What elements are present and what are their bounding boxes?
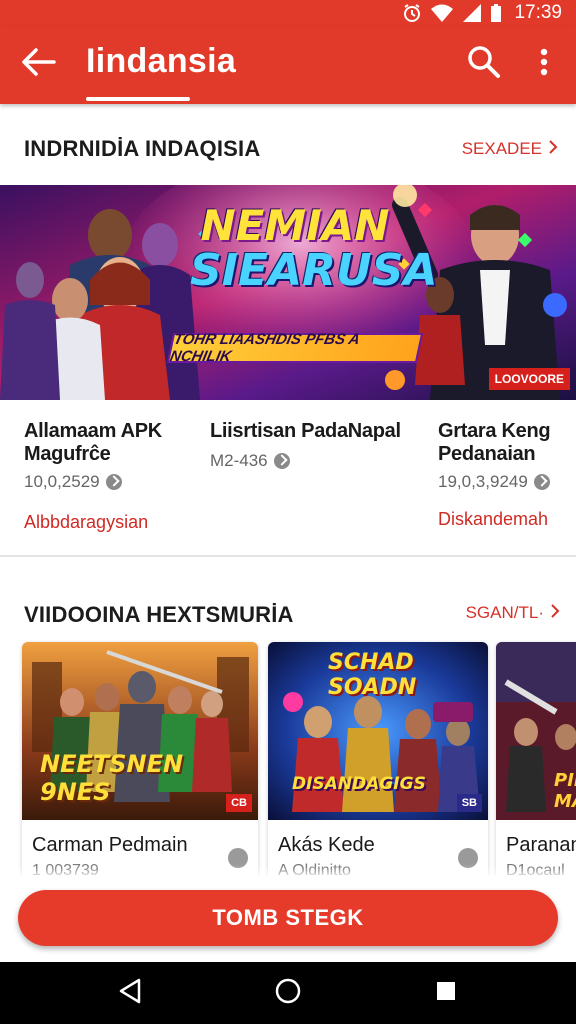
nav-home-button[interactable] <box>268 976 308 1010</box>
see-all-label: SGAN/TL· <box>465 603 544 622</box>
app-title: Iindansia <box>86 42 237 80</box>
search-button[interactable] <box>462 42 506 86</box>
videos-section-title: VIIDOOINA HEXTSMURİA <box>24 602 294 627</box>
download-icon[interactable] <box>228 848 248 868</box>
see-all-label: SEXADEE <box>461 139 542 158</box>
video-card[interactable]: PIL MAUS Paranan D1ocaul <box>496 642 576 882</box>
video-card[interactable]: NEETSNEN 9NES CB Carman Pedmain 1 003739 <box>22 642 258 882</box>
search-icon <box>467 45 501 84</box>
download-icon <box>273 453 290 469</box>
featured-see-all-link[interactable]: SEXADEE <box>462 139 558 159</box>
featured-section-title: INDRNIDİA INDAQISIA <box>24 136 261 161</box>
thumbnail-title: PIL MAUS <box>554 770 576 812</box>
app-1-meta-value: 10,0,2529 <box>24 472 100 491</box>
more-options-button[interactable] <box>526 42 562 86</box>
app-2-meta: M2-436 <box>210 451 410 471</box>
video-thumbnail: PIL MAUS <box>496 642 576 820</box>
banner-badge: LOOVOORE <box>488 368 570 390</box>
app-2-name: Liisrtisan PadaNapal <box>210 420 401 442</box>
app-3-meta-value: 19,0,3,9249 <box>438 472 528 491</box>
thumbnail-title: DISANDAGIGS <box>292 774 426 794</box>
status-time: 17:39 <box>514 2 562 23</box>
more-vert-icon <box>540 48 548 81</box>
app-1-name: Allamaam APK Magufrĉe <box>24 420 162 465</box>
video-title: Carman Pedmain <box>32 834 188 856</box>
app-1-link[interactable]: Albbdaragysian <box>24 512 148 533</box>
chevron-right-icon <box>548 139 558 159</box>
alarm-icon <box>402 3 422 23</box>
chevron-right-icon <box>550 603 560 623</box>
video-thumbnail: SCHAD SOADN DISANDAGIGS SB <box>268 642 488 820</box>
featured-app-1[interactable]: Allamaam APK Magufrĉe 10,0,2529 <box>24 420 194 492</box>
title-underline <box>86 97 190 101</box>
banner-title: NEMIAN SIEARUSA <box>190 201 438 296</box>
primary-cta-button[interactable]: TOMB STEGK <box>18 890 558 946</box>
back-button[interactable] <box>16 44 60 84</box>
featured-app-3[interactable]: Grtara Keng Pedanaian 19,0,3,9249 <box>438 420 572 492</box>
app-3-name: Grtara Keng Pedanaian <box>438 420 551 465</box>
thumbnail-top-title: SCHAD SOADN <box>328 650 417 700</box>
download-icon <box>105 474 122 490</box>
recents-square-icon <box>434 979 458 1008</box>
signal-icon <box>462 3 482 23</box>
arrow-left-icon <box>20 47 56 82</box>
video-title: Paranan <box>506 834 576 856</box>
thumbnail-badge: SB <box>456 794 482 812</box>
video-card[interactable]: SCHAD SOADN DISANDAGIGS SB Akás Kede A O… <box>268 642 488 882</box>
home-circle-icon <box>274 977 302 1010</box>
video-title: Akás Kede <box>278 834 375 856</box>
battery-icon <box>490 3 502 23</box>
featured-banner[interactable]: NEMIAN SIEARUSA TOHR LIAASHDIS PFBS A NC… <box>0 185 576 400</box>
app-2-meta-value: M2-436 <box>210 451 268 470</box>
app-1-meta: 10,0,2529 <box>24 472 194 492</box>
download-icon[interactable] <box>458 848 478 868</box>
banner-title-line2: SIEARUSA <box>190 245 438 296</box>
banner-subtitle: TOHR LIAASHDIS PFBS A NCHILIK <box>166 331 424 365</box>
app-3-link[interactable]: Diskandemah <box>438 509 548 530</box>
nav-recents-button[interactable] <box>426 976 466 1010</box>
section-divider <box>0 555 576 557</box>
app-bar: Iindansia <box>0 26 576 104</box>
system-nav-bar <box>0 962 576 1024</box>
videos-see-all-link[interactable]: SGAN/TL· <box>466 603 560 623</box>
featured-app-2[interactable]: Liisrtisan PadaNapal M2-436 <box>210 420 410 471</box>
app-3-meta: 19,0,3,9249 <box>438 472 572 492</box>
cta-container: TOMB STEGK <box>0 876 576 962</box>
nav-back-button[interactable] <box>110 976 150 1010</box>
back-triangle-icon <box>117 977 143 1010</box>
status-bar: 17:39 <box>0 0 576 26</box>
thumbnail-badge: CB <box>226 794 252 812</box>
wifi-icon <box>430 3 454 23</box>
banner-title-line1: NEMIAN <box>200 201 390 250</box>
download-icon <box>533 474 550 490</box>
video-thumbnail: NEETSNEN 9NES CB <box>22 642 258 820</box>
